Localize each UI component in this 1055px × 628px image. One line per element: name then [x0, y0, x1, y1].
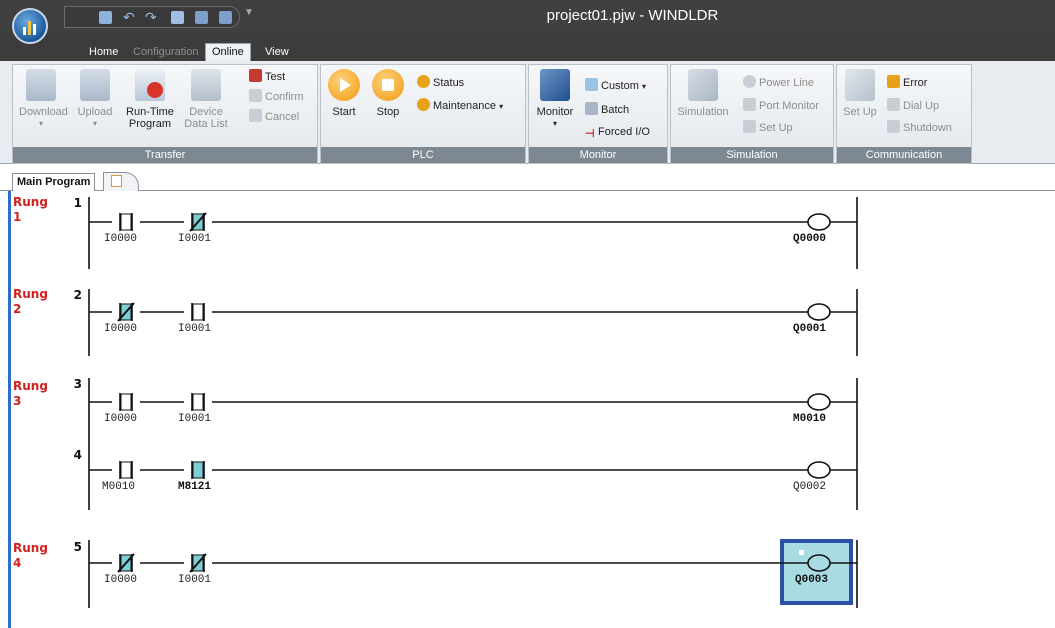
coil[interactable] — [807, 461, 831, 479]
operand-label: I0000 — [104, 323, 138, 335]
coil[interactable] — [807, 554, 831, 572]
contact-nc[interactable] — [112, 553, 140, 573]
coil[interactable] — [807, 213, 831, 231]
coil[interactable] — [807, 393, 831, 411]
contact-no[interactable] — [112, 461, 140, 479]
operand-label: I0001 — [178, 323, 212, 335]
operand-label: M8121 — [178, 481, 212, 493]
contact-no[interactable] — [112, 213, 140, 231]
ladder-diagram — [88, 197, 858, 608]
operand-label: Q0002 — [793, 481, 827, 493]
windldr-logo-icon[interactable] — [12, 8, 48, 44]
contact-no[interactable] — [112, 393, 140, 411]
contact-no[interactable] — [184, 303, 212, 321]
operand-label: I0001 — [178, 413, 212, 425]
contact-no[interactable] — [184, 393, 212, 411]
operand-label: I0000 — [104, 574, 138, 586]
operand-label: Q0001 — [793, 323, 827, 335]
operand-label: M0010 — [793, 413, 827, 425]
coil[interactable] — [807, 303, 831, 321]
operand-label: I0001 — [178, 233, 212, 245]
operand-label: M0010 — [102, 481, 136, 493]
contact-no-active[interactable] — [184, 461, 212, 479]
operand-label: Q0000 — [793, 233, 827, 245]
operand-label: I0000 — [104, 233, 138, 245]
operand-label: Q0003 — [795, 574, 829, 586]
operand-label: I0000 — [104, 413, 138, 425]
contact-nc[interactable] — [184, 553, 212, 573]
contact-nc[interactable] — [112, 302, 140, 322]
operand-label: I0001 — [178, 574, 212, 586]
contact-nc[interactable] — [184, 212, 212, 232]
